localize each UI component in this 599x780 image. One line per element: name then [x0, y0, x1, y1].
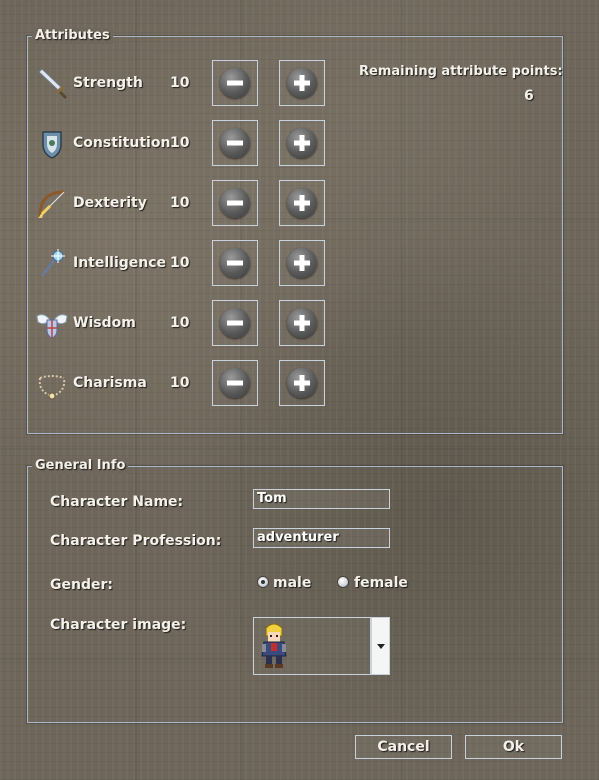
attribute-row-strength: Strength 10 [36, 60, 336, 108]
increase-charisma-button[interactable] [279, 360, 325, 406]
attribute-name: Strength [73, 75, 143, 91]
ok-button[interactable]: Ok [465, 735, 562, 759]
minus-icon [227, 140, 243, 146]
necklace-icon [38, 375, 66, 400]
increase-wisdom-button[interactable] [279, 300, 325, 346]
character-name-field[interactable]: Tom [253, 489, 390, 509]
gender-female-label[interactable]: female [354, 575, 408, 591]
decrease-constitution-button[interactable] [212, 120, 258, 166]
character-name-label: Character Name: [50, 494, 184, 510]
attribute-name: Wisdom [73, 315, 136, 331]
character-profession-label: Character Profession: [50, 533, 222, 549]
plus-icon [294, 315, 310, 331]
wand-icon [40, 249, 65, 277]
gender-male-radio[interactable] [258, 577, 268, 587]
attribute-row-constitution: Constitution 10 [36, 120, 336, 168]
minus-icon [227, 200, 243, 206]
remaining-points-value: 6 [524, 88, 534, 104]
increase-constitution-button[interactable] [279, 120, 325, 166]
shield-icon [42, 131, 62, 159]
winged-shield-icon [36, 314, 68, 339]
character-image-label: Character image: [50, 617, 187, 633]
character-profession-field[interactable]: adventurer [253, 528, 390, 548]
attribute-value: 10 [170, 135, 190, 151]
general-info-title: General Info [32, 458, 129, 474]
attribute-row-intelligence: Intelligence 10 [36, 240, 336, 288]
plus-icon [294, 255, 310, 271]
attribute-value: 10 [170, 255, 190, 271]
attribute-value: 10 [170, 75, 190, 91]
plus-icon [294, 195, 310, 211]
plus-icon [294, 135, 310, 151]
increase-dexterity-button[interactable] [279, 180, 325, 226]
minus-icon [227, 260, 243, 266]
decrease-dexterity-button[interactable] [212, 180, 258, 226]
decrease-wisdom-button[interactable] [212, 300, 258, 346]
gender-label: Gender: [50, 577, 113, 593]
sword-icon [38, 68, 68, 100]
attribute-value: 10 [170, 315, 190, 331]
decrease-intelligence-button[interactable] [212, 240, 258, 286]
increase-strength-button[interactable] [279, 60, 325, 106]
attribute-row-wisdom: Wisdom 10 [36, 300, 336, 348]
character-sprite [261, 623, 287, 668]
gender-female-radio[interactable] [338, 577, 348, 587]
attribute-name: Intelligence [73, 255, 167, 271]
gender-male-label[interactable]: male [273, 575, 311, 591]
increase-intelligence-button[interactable] [279, 240, 325, 286]
character-image-select[interactable] [253, 617, 371, 675]
attribute-name: Dexterity [73, 195, 147, 211]
decrease-strength-button[interactable] [212, 60, 258, 106]
attributes-title: Attributes [32, 28, 113, 44]
minus-icon [227, 380, 243, 386]
bow-icon [38, 190, 65, 218]
attribute-row-charisma: Charisma 10 [36, 360, 336, 408]
plus-icon [294, 75, 310, 91]
character-image-dropdown-button[interactable] [371, 617, 390, 675]
chevron-down-icon [377, 644, 385, 649]
minus-icon [227, 80, 243, 86]
attribute-value: 10 [170, 375, 190, 391]
attribute-name: Charisma [73, 375, 147, 391]
decrease-charisma-button[interactable] [212, 360, 258, 406]
attribute-name: Constitution [73, 135, 171, 151]
plus-icon [294, 375, 310, 391]
attribute-row-dexterity: Dexterity 10 [36, 180, 336, 228]
attribute-value: 10 [170, 195, 190, 211]
minus-icon [227, 320, 243, 326]
remaining-points-label: Remaining attribute points: [359, 64, 563, 79]
cancel-button[interactable]: Cancel [355, 735, 452, 759]
